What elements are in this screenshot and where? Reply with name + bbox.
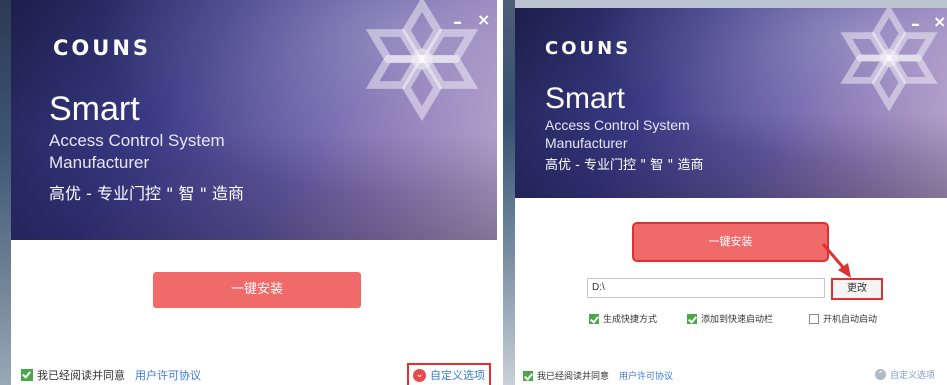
- minimize-button[interactable]: –: [911, 14, 920, 35]
- custom-options-label: 自定义选项: [430, 369, 485, 382]
- one-click-install-button[interactable]: 一键安装: [634, 224, 827, 260]
- install-path-input[interactable]: D:\: [587, 278, 825, 298]
- option-label: 开机自动启动: [823, 315, 878, 325]
- shortcut-checkbox[interactable]: [589, 313, 599, 324]
- close-button[interactable]: ×: [933, 12, 946, 31]
- brand-slogan: 高优 - 专业门控 " 智 " 造商: [49, 184, 245, 203]
- desktop-background-middle: [503, 0, 515, 385]
- screenshot-stage: – × COUNS Smart Access Control System Ma…: [0, 0, 947, 385]
- one-click-install-button[interactable]: 一键安装: [153, 272, 361, 308]
- custom-options-toggle[interactable]: ⌄ 自定义选项: [407, 363, 491, 385]
- license-agreement: 我已经阅读并同意 用户许可协议: [21, 367, 201, 383]
- custom-options-label: 自定义选项: [890, 371, 936, 381]
- auto-start-checkbox[interactable]: [809, 313, 819, 324]
- brand-line-1: Access Control System: [545, 117, 690, 133]
- installer-footer: 我已经阅读并同意 用户许可协议 ⌄ 自定义选项: [11, 359, 497, 385]
- brand-slogan: 高优 - 专业门控 " 智 " 造商: [545, 158, 704, 173]
- quick-launch-checkbox[interactable]: [687, 313, 697, 324]
- option-label: 添加到快速启动栏: [701, 315, 774, 325]
- brand-title: Smart: [545, 82, 626, 115]
- chevron-down-icon: ⌄: [413, 368, 426, 382]
- snowflake-logo-graphic: [365, 0, 479, 122]
- installer-footer: 我已经阅读并同意 用户许可协议 ⌃ 自定义选项: [515, 359, 947, 385]
- brand-text-block: Smart Access Control System Manufacturer…: [49, 92, 244, 204]
- custom-options-toggle[interactable]: ⌃ 自定义选项: [875, 368, 935, 381]
- agree-label: 我已经阅读并同意: [537, 372, 610, 382]
- license-link[interactable]: 用户许可协议: [135, 367, 201, 383]
- option-desktop-shortcut[interactable]: 生成快捷方式: [589, 312, 657, 325]
- license-link[interactable]: 用户许可协议: [619, 369, 673, 382]
- license-agreement: 我已经阅读并同意 用户许可协议: [523, 369, 673, 382]
- installer-window-custom: – × COUNS Smart Access Control System Ma…: [515, 0, 947, 385]
- chevron-up-icon: ⌃: [875, 369, 886, 380]
- agree-label: 我已经阅读并同意: [37, 369, 125, 382]
- agree-checkbox[interactable]: [21, 369, 33, 381]
- brand-title: Smart: [49, 90, 140, 128]
- minimize-button[interactable]: –: [453, 12, 462, 33]
- option-quick-launch[interactable]: 添加到快速启动栏: [687, 312, 773, 325]
- option-label: 生成快捷方式: [603, 315, 658, 325]
- snowflake-logo-graphic: [840, 8, 938, 112]
- desktop-background-left: [0, 0, 11, 385]
- option-auto-start[interactable]: 开机自动启动: [809, 312, 877, 325]
- close-button[interactable]: ×: [477, 10, 490, 29]
- brand-text-block: Smart Access Control System Manufacturer…: [545, 82, 704, 174]
- brand-line-2: Manufacturer: [49, 153, 150, 172]
- couns-logo: COUNS: [53, 36, 152, 60]
- couns-logo: COUNS: [545, 38, 632, 59]
- brand-line-2: Manufacturer: [545, 135, 628, 151]
- brand-line-1: Access Control System: [49, 131, 225, 150]
- change-path-button[interactable]: 更改: [831, 278, 883, 300]
- agree-checkbox[interactable]: [523, 370, 533, 381]
- installer-window-default: – × COUNS Smart Access Control System Ma…: [11, 0, 497, 385]
